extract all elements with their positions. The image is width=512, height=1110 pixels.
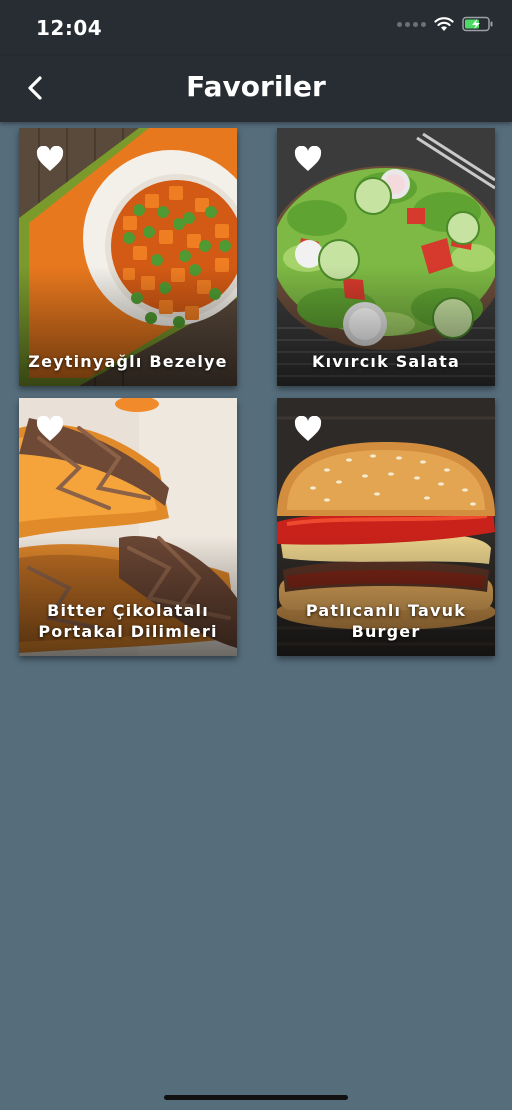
status-time: 12:04: [36, 16, 103, 40]
recipe-card[interactable]: Zeytinyağlı Bezelye: [19, 128, 237, 386]
status-bar: 12:04: [0, 0, 512, 56]
recipe-card[interactable]: Bitter Çikolatalı Portakal Dilimleri: [19, 398, 237, 656]
navigation-bar: Favoriler: [0, 56, 512, 122]
recipe-card[interactable]: Kıvırcık Salata: [277, 128, 495, 386]
battery-charging-icon: [462, 16, 493, 32]
heart-icon[interactable]: [294, 146, 322, 172]
heart-icon[interactable]: [36, 146, 64, 172]
heart-icon[interactable]: [36, 416, 64, 442]
home-indicator[interactable]: [164, 1095, 348, 1100]
recipe-title: Bitter Çikolatalı Portakal Dilimleri: [38, 601, 218, 641]
cellular-signal-icon: [397, 21, 426, 27]
status-icons: [397, 16, 494, 32]
recipe-card[interactable]: Patlıcanlı Tavuk Burger: [277, 398, 495, 656]
heart-icon[interactable]: [294, 416, 322, 442]
page-title: Favoriler: [186, 70, 326, 103]
recipe-title: Zeytinyağlı Bezelye: [28, 352, 228, 371]
recipe-title: Kıvırcık Salata: [312, 352, 460, 371]
wifi-icon: [434, 17, 454, 31]
recipe-title: Patlıcanlı Tavuk Burger: [305, 601, 467, 641]
